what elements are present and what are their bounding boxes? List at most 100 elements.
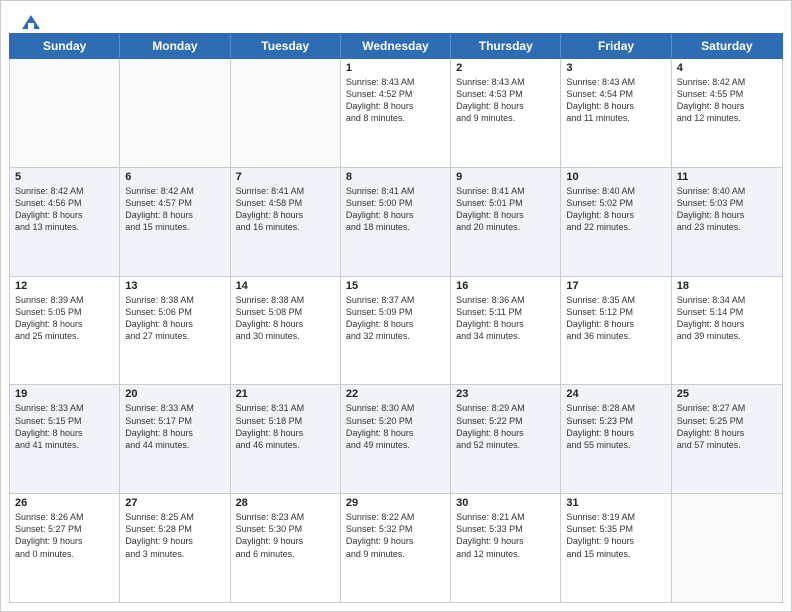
cell-text-line: and 0 minutes. <box>15 548 114 560</box>
day-cell-31: 31Sunrise: 8:19 AMSunset: 5:35 PMDayligh… <box>561 494 671 602</box>
cell-text-line: Sunrise: 8:40 AM <box>677 185 777 197</box>
day-number: 13 <box>125 280 224 292</box>
cell-text-line: Daylight: 8 hours <box>125 427 224 439</box>
cell-text-line: and 9 minutes. <box>456 112 555 124</box>
cell-text-line: Sunset: 5:25 PM <box>677 415 777 427</box>
cell-text-line: Sunrise: 8:34 AM <box>677 294 777 306</box>
cell-text-line: Daylight: 9 hours <box>236 535 335 547</box>
day-cell-25: 25Sunrise: 8:27 AMSunset: 5:25 PMDayligh… <box>672 385 782 493</box>
cell-text-line: Daylight: 8 hours <box>236 209 335 221</box>
cell-text-line: Daylight: 8 hours <box>15 427 114 439</box>
cell-text-line: Daylight: 8 hours <box>125 318 224 330</box>
day-cell-21: 21 Sunrise: 8:31 AMSunset: 5:18 PMDayligh… <box>231 385 341 493</box>
cell-text-line: and 9 minutes. <box>346 548 445 560</box>
day-header-thursday: Thursday <box>451 34 561 58</box>
cell-text-line: Daylight: 8 hours <box>566 318 665 330</box>
cell-text-line: Sunrise: 8:31 AM <box>236 402 335 414</box>
cell-text-line: Sunset: 5:30 PM <box>236 523 335 535</box>
cell-text-line: Daylight: 8 hours <box>456 209 555 221</box>
cell-text-line: Daylight: 8 hours <box>566 209 665 221</box>
day-number: 16 <box>456 280 555 292</box>
cell-text-line: Sunrise: 8:29 AM <box>456 402 555 414</box>
day-header-monday: Monday <box>120 34 230 58</box>
cell-text-line: Sunset: 4:55 PM <box>677 88 777 100</box>
cell-text-line: Daylight: 9 hours <box>566 535 665 547</box>
day-cell-19: 19Sunrise: 8:33 AMSunset: 5:15 PMDayligh… <box>10 385 120 493</box>
cell-text-line: Sunrise: 8:42 AM <box>677 76 777 88</box>
cell-text-line: Sunset: 4:57 PM <box>125 197 224 209</box>
day-number: 4 <box>677 62 777 74</box>
cell-text-line: Sunrise: 8:23 AM <box>236 511 335 523</box>
cell-text-line: Sunset: 4:53 PM <box>456 88 555 100</box>
cell-text-line: and 46 minutes. <box>236 439 335 451</box>
cell-text-line: Sunset: 4:58 PM <box>236 197 335 209</box>
cell-text-line: Sunset: 5:03 PM <box>677 197 777 209</box>
cell-text-line: Sunrise: 8:38 AM <box>236 294 335 306</box>
cell-text-line: Sunrise: 8:43 AM <box>346 76 445 88</box>
day-header-sunday: Sunday <box>10 34 120 58</box>
cell-text-line: Sunset: 5:22 PM <box>456 415 555 427</box>
cell-text-line: Sunrise: 8:22 AM <box>346 511 445 523</box>
cell-text-line: Daylight: 8 hours <box>346 100 445 112</box>
cell-text-line: Daylight: 8 hours <box>236 427 335 439</box>
cell-text-line: Sunrise: 8:37 AM <box>346 294 445 306</box>
cell-text-line: Sunset: 5:18 PM <box>236 415 335 427</box>
day-cell-16: 16Sunrise: 8:36 AMSunset: 5:11 PMDayligh… <box>451 277 561 385</box>
day-number: 26 <box>15 497 114 509</box>
cell-text-line: and 25 minutes. <box>15 330 114 342</box>
day-number: 3 <box>566 62 665 74</box>
day-number: 14 <box>236 280 335 292</box>
calendar: SundayMondayTuesdayWednesdayThursdayFrid… <box>1 33 791 611</box>
cell-text-line: Sunrise: 8:19 AM <box>566 511 665 523</box>
cell-text-line: Sunrise: 8:42 AM <box>125 185 224 197</box>
cell-text-line: Daylight: 8 hours <box>346 318 445 330</box>
cell-text-line: and 49 minutes. <box>346 439 445 451</box>
day-cell-4: 4Sunrise: 8:42 AMSunset: 4:55 PMDaylight… <box>672 59 782 167</box>
day-cell-28: 28Sunrise: 8:23 AMSunset: 5:30 PMDayligh… <box>231 494 341 602</box>
day-number: 29 <box>346 497 445 509</box>
cell-text-line: and 57 minutes. <box>677 439 777 451</box>
cell-text-line: Sunset: 5:17 PM <box>125 415 224 427</box>
cell-text-line: and 39 minutes. <box>677 330 777 342</box>
day-number: 22 <box>346 388 445 400</box>
cell-text-line: and 30 minutes. <box>236 330 335 342</box>
cell-text-line: Daylight: 8 hours <box>346 427 445 439</box>
cell-text-line: Sunset: 4:56 PM <box>15 197 114 209</box>
day-cell-15: 15Sunrise: 8:37 AMSunset: 5:09 PMDayligh… <box>341 277 451 385</box>
cell-text-line: Sunrise: 8:35 AM <box>566 294 665 306</box>
cell-text-line: Sunset: 4:54 PM <box>566 88 665 100</box>
day-cell-26: 26Sunrise: 8:26 AMSunset: 5:27 PMDayligh… <box>10 494 120 602</box>
cell-text-line: and 8 minutes. <box>346 112 445 124</box>
day-number: 6 <box>125 171 224 183</box>
day-number: 1 <box>346 62 445 74</box>
cell-text-line: and 52 minutes. <box>456 439 555 451</box>
cell-text-line: Daylight: 8 hours <box>456 100 555 112</box>
header <box>1 1 791 33</box>
day-number: 24 <box>566 388 665 400</box>
cell-text-line: Sunset: 5:33 PM <box>456 523 555 535</box>
cell-text-line: Sunrise: 8:25 AM <box>125 511 224 523</box>
day-number: 11 <box>677 171 777 183</box>
day-cell-2: 2Sunrise: 8:43 AMSunset: 4:53 PMDaylight… <box>451 59 561 167</box>
cell-text-line: Sunset: 5:11 PM <box>456 306 555 318</box>
cell-text-line: Daylight: 8 hours <box>677 209 777 221</box>
day-number: 21 <box>236 388 335 400</box>
calendar-row-1: 1Sunrise: 8:43 AMSunset: 4:52 PMDaylight… <box>10 59 782 168</box>
cell-text-line: and 41 minutes. <box>15 439 114 451</box>
cell-text-line: Sunrise: 8:40 AM <box>566 185 665 197</box>
cell-text-line: Sunset: 5:15 PM <box>15 415 114 427</box>
day-number: 17 <box>566 280 665 292</box>
cell-text-line: Daylight: 8 hours <box>15 318 114 330</box>
calendar-body: 1Sunrise: 8:43 AMSunset: 4:52 PMDaylight… <box>9 59 783 603</box>
calendar-page: SundayMondayTuesdayWednesdayThursdayFrid… <box>0 0 792 612</box>
day-number: 8 <box>346 171 445 183</box>
day-cell-14: 14 Sunrise: 8:38 AMSunset: 5:08 PMDayligh… <box>231 277 341 385</box>
cell-text-line: Daylight: 9 hours <box>15 535 114 547</box>
cell-text-line: Daylight: 8 hours <box>15 209 114 221</box>
cell-text-line: and 12 minutes. <box>677 112 777 124</box>
cell-text-line: and 11 minutes. <box>566 112 665 124</box>
cell-text-line: and 27 minutes. <box>125 330 224 342</box>
cell-text-line: Daylight: 8 hours <box>236 318 335 330</box>
cell-text-line: Sunrise: 8:43 AM <box>566 76 665 88</box>
cell-text-line: Sunset: 5:08 PM <box>236 306 335 318</box>
